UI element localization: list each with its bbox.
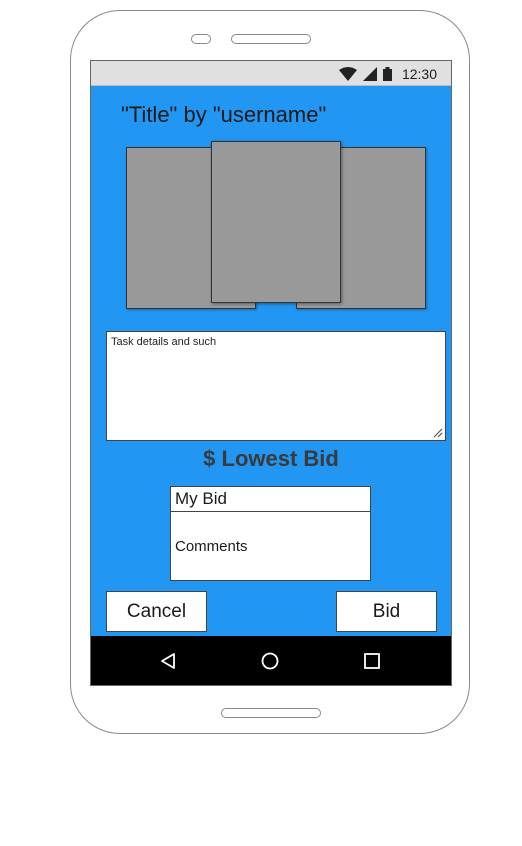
battery-icon	[382, 66, 392, 81]
recents-icon[interactable]	[362, 651, 382, 671]
task-bid-view: "Title" by "username" Task details and s…	[91, 86, 451, 636]
speaker-grille	[231, 34, 311, 44]
home-indicator	[221, 708, 321, 718]
dollar-icon: $	[203, 446, 216, 471]
task-details-textarea[interactable]: Task details and such	[106, 331, 446, 441]
status-bar: 12:30	[91, 61, 451, 86]
cancel-button[interactable]: Cancel	[106, 591, 207, 632]
page-title: "Title" by "username"	[121, 102, 327, 127]
front-camera	[191, 34, 211, 44]
comments-input[interactable]: Comments	[170, 511, 371, 581]
back-icon[interactable]	[159, 651, 179, 671]
lowest-bid-text: Lowest Bid	[221, 446, 339, 471]
my-bid-input[interactable]: My Bid	[170, 486, 371, 512]
bid-button[interactable]: Bid	[336, 591, 437, 632]
signal-icon	[362, 66, 377, 81]
task-details-text: Task details and such	[111, 336, 217, 348]
phone-screen: 12:30 "Title" by "username" Task details…	[90, 60, 452, 686]
lowest-bid-label: $ Lowest Bid	[91, 446, 451, 472]
wifi-icon	[338, 66, 357, 81]
image-placeholder-center[interactable]	[211, 141, 341, 303]
resize-grip-icon[interactable]	[433, 428, 443, 438]
navigation-bar	[91, 636, 451, 685]
status-time: 12:30	[401, 65, 437, 82]
home-icon[interactable]	[260, 651, 280, 671]
status-icons: 12:30	[338, 65, 437, 82]
